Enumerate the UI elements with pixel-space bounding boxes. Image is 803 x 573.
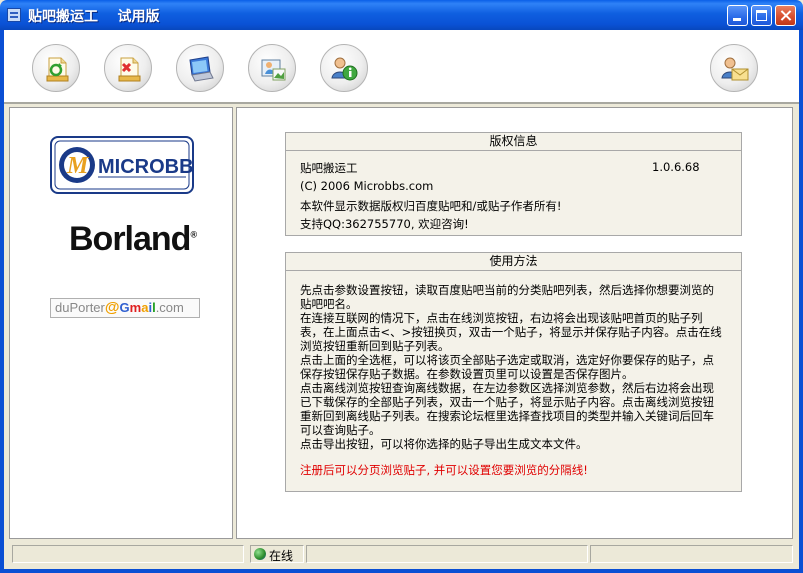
title-bar[interactable]: 贴吧搬运工 试用版: [0, 0, 803, 30]
maximize-button[interactable]: [751, 5, 772, 26]
domain-suffix: .com: [155, 300, 184, 315]
usage-groupbox: 使用方法 先点击参数设置按钮，读取百度贴吧当前的分类贴吧列表，然后选择你想要浏览…: [285, 252, 742, 492]
mail-user-icon: [721, 57, 749, 81]
app-name: 贴吧搬运工: [300, 161, 358, 175]
left-panel: M MICROBBS Borland® duPorter@Gmail.com: [9, 107, 233, 539]
gmail-letter: m: [129, 300, 142, 315]
borland-wordmark: Borland: [69, 220, 191, 258]
copyright-notice: 本软件显示数据版权归百度贴吧和/或贴子作者所有!: [300, 199, 562, 213]
refresh-button[interactable]: [32, 44, 80, 92]
usage-paragraph: 点击导出按钮，可以将你选择的贴子导出生成文本文件。: [300, 437, 588, 451]
document-delete-icon: [118, 57, 141, 82]
globe-icon: [254, 548, 266, 560]
registration-note: 注册后可以分页浏览贴子, 并可以设置您要浏览的分隔线!: [300, 463, 588, 477]
at-sign: @: [104, 299, 120, 316]
svg-text:M: M: [66, 153, 90, 179]
export-images-button[interactable]: [248, 44, 296, 92]
company-line: (C) 2006 Microbbs.com: [300, 179, 434, 193]
duporter-text: duPorter: [55, 300, 105, 315]
monitor-icon: [189, 56, 214, 82]
support-line: 支持QQ:362755770, 欢迎咨询!: [300, 217, 469, 231]
info-user-icon: [331, 57, 358, 81]
online-label: 在线: [269, 549, 294, 563]
usage-paragraph: 先点击参数设置按钮，读取百度贴吧当前的分类贴吧列表，然后选择你想要浏览的贴吧吧名…: [300, 283, 714, 311]
contact-button[interactable]: [710, 44, 758, 92]
online-status: 在线: [250, 545, 304, 563]
status-bar: 在线: [4, 542, 799, 567]
close-button[interactable]: [775, 5, 796, 26]
browse-button[interactable]: [176, 44, 224, 92]
borland-logo: Borland®: [69, 220, 197, 258]
right-panel: 版权信息 贴吧搬运工 1.0.6.68 (C) 2006 Microbbs.co…: [236, 107, 793, 539]
usage-paragraph: 点击离线浏览按钮查询离线数据，在左边参数区选择浏览参数，然后右边将会出现已下载保…: [300, 381, 714, 437]
usage-paragraph: 在连接互联网的情况下，点击在线浏览按钮，右边将会出现该贴吧首页的贴子列表，在上面…: [300, 311, 722, 353]
delete-button[interactable]: [104, 44, 152, 92]
gmail-letter: G: [119, 300, 130, 315]
app-icon[interactable]: [7, 8, 21, 22]
usage-header: 使用方法: [286, 253, 741, 271]
copyright-header: 版权信息: [286, 133, 741, 151]
about-button[interactable]: [320, 44, 368, 92]
version-number: 1.0.6.68: [652, 160, 700, 174]
minimize-button[interactable]: [727, 5, 748, 26]
window-title: 贴吧搬运工 试用版: [28, 9, 160, 25]
duporter-gmail-logo: duPorter@Gmail.com: [50, 298, 200, 318]
picture-icon: [261, 59, 286, 81]
toolbar: [4, 30, 799, 104]
usage-paragraph: 点击上面的全选框，可以将该页全部贴子选定或取消，选定好你要保存的贴子，点保存按钮…: [300, 353, 714, 381]
status-cell: [12, 545, 244, 563]
copyright-groupbox: 版权信息 贴吧搬运工 1.0.6.68 (C) 2006 Microbbs.co…: [285, 132, 742, 236]
microbbs-wordmark: MICROBBS: [98, 156, 194, 178]
status-cell: [306, 545, 588, 563]
status-cell: [590, 545, 793, 563]
document-refresh-icon: [46, 57, 69, 82]
usage-instructions: 先点击参数设置按钮，读取百度贴吧当前的分类贴吧列表，然后选择你想要浏览的贴吧吧名…: [300, 283, 725, 477]
microbbs-logo: M MICROBBS: [50, 136, 194, 194]
